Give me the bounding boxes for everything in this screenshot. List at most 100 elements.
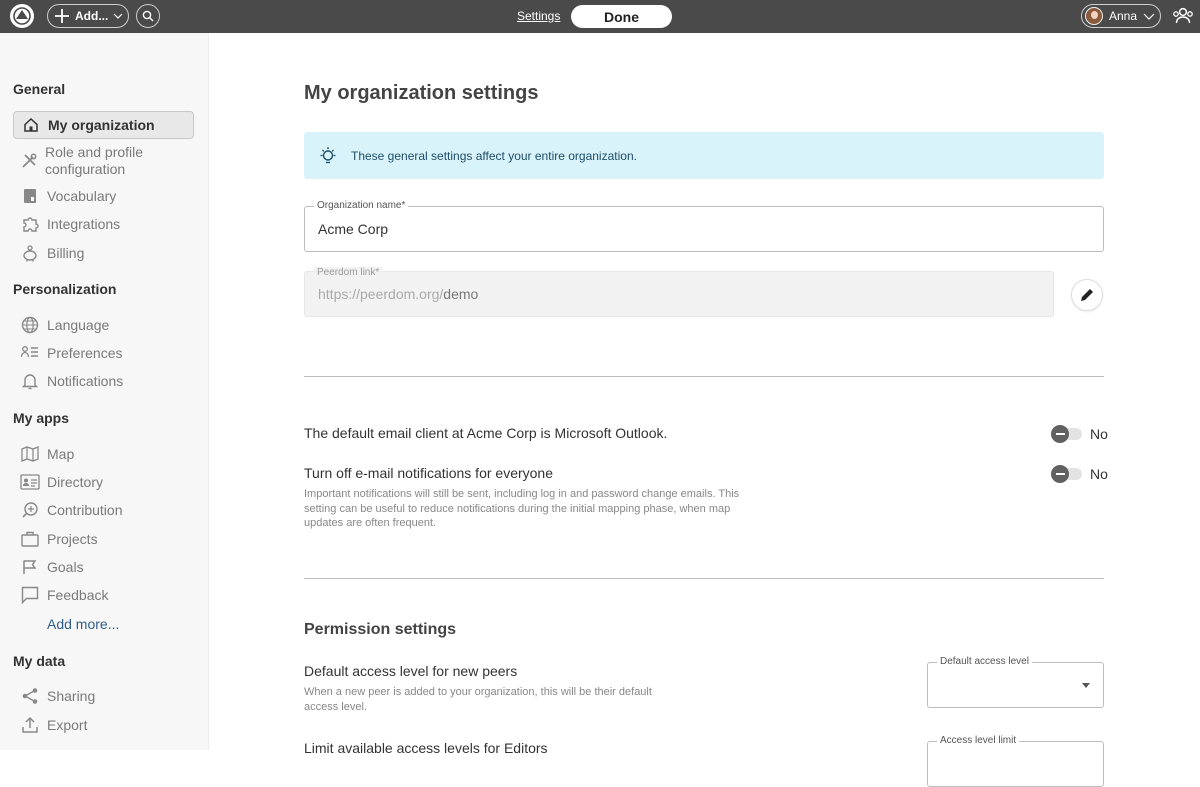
peerdom-link-prefix: https://peerdom.org/ (318, 286, 444, 302)
sidebar-item-label: Directory (47, 474, 104, 490)
add-button[interactable]: Add... (47, 4, 129, 28)
map-icon (20, 446, 40, 462)
sidebar-item-label: Projects (47, 531, 98, 547)
section-title-general: General (13, 81, 66, 97)
people-icon[interactable] (1172, 6, 1194, 26)
settings-link[interactable]: Settings (517, 9, 560, 23)
lightbulb-icon (318, 146, 338, 166)
sidebar-item-vocabulary[interactable]: Vocabulary (13, 186, 194, 206)
default-access-select-label: Default access level (937, 656, 1032, 667)
chevron-down-icon (1143, 13, 1155, 20)
sidebar-item-contribution[interactable]: Contribution (13, 500, 194, 520)
default-access-description: When a new peer is added to your organiz… (304, 686, 652, 713)
toggle-knob (1051, 465, 1069, 483)
page-title: My organization settings (304, 82, 539, 104)
done-button[interactable]: Done (571, 5, 672, 28)
briefcase-icon (20, 531, 40, 547)
directory-icon (20, 474, 40, 490)
sidebar-item-label: Role and profile configuration (45, 144, 144, 177)
email-client-label: The default email client at Acme Corp is… (304, 425, 668, 441)
peerdom-link-field: Peerdom link* https://peerdom.org/demo (304, 267, 1054, 317)
section-title-personalization: Personalization (13, 281, 117, 297)
tools-icon (20, 152, 38, 170)
sidebar-item-label: Feedback (47, 587, 109, 603)
globe-icon (20, 316, 40, 334)
caret-down-icon (1082, 683, 1090, 688)
sidebar-item-projects[interactable]: Projects (13, 529, 194, 549)
sidebar-item-directory[interactable]: Directory (13, 472, 194, 492)
divider (304, 578, 1104, 579)
contribution-icon (20, 501, 40, 519)
organization-name-field[interactable]: Organization name* Acme Corp (304, 200, 1104, 252)
info-text: These general settings affect your entir… (351, 148, 637, 163)
sidebar-item-preferences[interactable]: Preferences (13, 343, 194, 363)
user-menu-button[interactable]: Anna (1081, 4, 1161, 28)
peerdom-link-label: Peerdom link* (314, 267, 383, 278)
access-limit-select[interactable]: Access level limit (927, 735, 1104, 787)
toggle-label: No (1090, 426, 1108, 442)
permission-settings-heading: Permission settings (304, 621, 457, 638)
comment-icon (20, 586, 40, 604)
email-notifications-toggle[interactable]: No (1051, 465, 1108, 483)
bell-icon (20, 372, 40, 390)
search-button[interactable] (136, 4, 160, 28)
sidebar-item-label: Notifications (47, 373, 124, 389)
sidebar-item-label: Billing (47, 245, 85, 261)
sidebar-item-label: Sharing (47, 688, 96, 704)
info-banner: These general settings affect your entir… (304, 132, 1104, 179)
piggy-bank-icon (20, 244, 40, 262)
email-client-toggle[interactable]: No (1051, 425, 1108, 443)
email-notifications-label: Turn off e-mail notifications for everyo… (304, 465, 554, 481)
sidebar-item-role-profile[interactable]: Role and profile configuration (13, 144, 173, 178)
email-notifications-description: Important notifications will still be se… (304, 488, 740, 529)
preferences-icon (20, 345, 40, 361)
share-icon (20, 687, 40, 705)
default-access-select[interactable]: Default access level (927, 656, 1104, 708)
section-title-my-apps: My apps (13, 410, 70, 426)
section-title-my-data: My data (13, 653, 66, 669)
toggle-label: No (1090, 466, 1108, 482)
add-more-link[interactable]: Add more... (47, 616, 119, 632)
peerdom-link-slug: demo (443, 286, 479, 302)
toggle-switch[interactable] (1051, 465, 1082, 483)
sidebar-item-label: Map (47, 446, 75, 462)
peerdom-logo-icon[interactable] (10, 4, 34, 28)
access-limit-select-label: Access level limit (937, 735, 1020, 746)
organization-name-value[interactable]: Acme Corp (318, 221, 388, 237)
sidebar-item-label: Vocabulary (47, 188, 117, 204)
toggle-switch[interactable] (1051, 425, 1082, 443)
sidebar-item-my-organization[interactable]: My organization (13, 111, 194, 139)
sidebar-item-label: Goals (47, 559, 84, 575)
sidebar-item-label: My organization (48, 117, 155, 133)
home-icon (21, 117, 41, 133)
sidebar-item-label: Contribution (47, 502, 123, 518)
sidebar-item-billing[interactable]: Billing (13, 243, 194, 263)
export-icon (20, 716, 40, 734)
edit-link-button[interactable] (1071, 279, 1103, 311)
puzzle-icon (20, 215, 40, 233)
sidebar-item-map[interactable]: Map (13, 444, 194, 464)
sidebar-item-label: Export (47, 717, 88, 733)
sidebar-item-export[interactable]: Export (13, 715, 194, 735)
sidebar-item-label: Language (47, 317, 110, 333)
sidebar-item-feedback[interactable]: Feedback (13, 585, 194, 605)
sidebar-item-goals[interactable]: Goals (13, 557, 194, 577)
sidebar-item-integrations[interactable]: Integrations (13, 214, 194, 234)
organization-name-label: Organization name* (314, 200, 409, 211)
sidebar-item-sharing[interactable]: Sharing (13, 686, 194, 706)
plus-icon (55, 9, 69, 23)
top-bar: Add... Settings Done Anna (0, 0, 1200, 33)
divider (304, 376, 1104, 377)
book-icon (20, 188, 40, 204)
main-content: My organization settings These general s… (209, 33, 1200, 787)
sidebar-item-notifications[interactable]: Notifications (13, 371, 194, 391)
limit-access-label: Limit available access levels for Editor… (304, 740, 548, 756)
peerdom-link-value: https://peerdom.org/demo (318, 286, 478, 302)
sidebar-item-language[interactable]: Language (13, 315, 194, 335)
user-name: Anna (1109, 9, 1138, 23)
flag-icon (20, 559, 40, 575)
settings-sidebar: General My organization Role and profile… (0, 33, 209, 750)
toggle-knob (1051, 425, 1069, 443)
pencil-icon (1081, 289, 1093, 301)
search-icon (142, 10, 154, 22)
